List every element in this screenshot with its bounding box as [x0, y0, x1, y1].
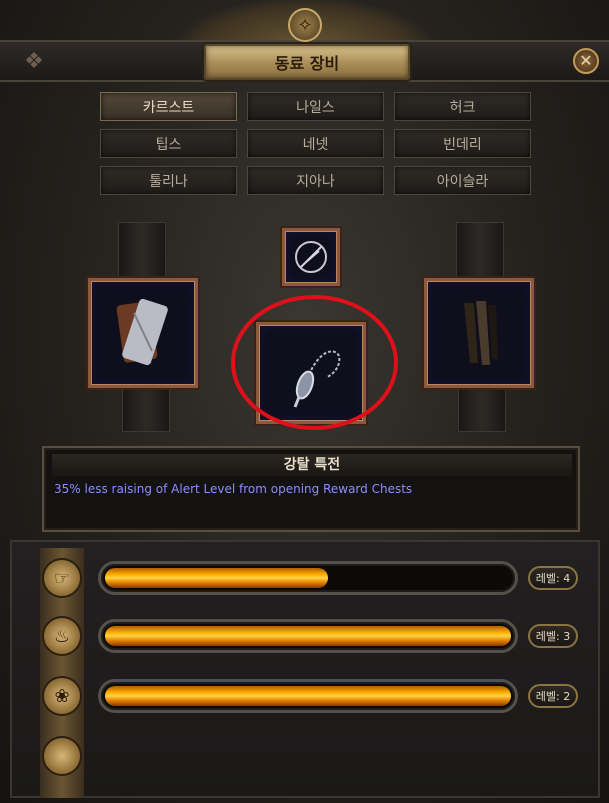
- highlight-circle: [231, 295, 398, 430]
- blank-medal-icon: [42, 736, 82, 776]
- progress-fill-1: [105, 568, 329, 588]
- tab-niles[interactable]: 나일스: [247, 92, 384, 121]
- hand-coin-icon: ☞: [42, 558, 82, 598]
- tangled-rope-icon: ❀: [42, 676, 82, 716]
- feather-quill-icon: [295, 241, 327, 273]
- torch-icon: ♨: [42, 616, 82, 656]
- companion-tabs: 카르스트 나일스 허크 팁스 네넷 빈데리 툴리나 지아나 아이슬라: [100, 92, 532, 195]
- progress-bar-3: [98, 679, 518, 713]
- left-strap-top: [118, 222, 166, 282]
- tab-gianna[interactable]: 지아나: [247, 166, 384, 195]
- progress-fill-2: [105, 626, 511, 646]
- right-strap-top: [456, 222, 504, 282]
- scroll-bundle-icon: [116, 298, 168, 366]
- perk-title: 강탈 특전: [52, 454, 572, 476]
- perk-info-panel: 강탈 특전 35% less raising of Alert Level fr…: [42, 446, 580, 532]
- level-badge-3: 레벨: 2: [528, 684, 578, 708]
- right-strap-bottom: [458, 386, 506, 432]
- tab-karst[interactable]: 카르스트: [100, 92, 237, 121]
- level-badge-2: 레벨: 3: [528, 624, 578, 648]
- left-ornament-icon: ❖: [24, 48, 44, 74]
- window-title: 동료 장비: [204, 44, 410, 80]
- equipment-slot-top[interactable]: [282, 228, 340, 286]
- progress-fill-3: [105, 686, 511, 706]
- tab-huck[interactable]: 허크: [394, 92, 531, 121]
- tab-nenet[interactable]: 네넷: [247, 129, 384, 158]
- tab-tullina[interactable]: 툴리나: [100, 166, 237, 195]
- tab-tibbs[interactable]: 팁스: [100, 129, 237, 158]
- tab-isla[interactable]: 아이슬라: [394, 166, 531, 195]
- progress-bar-2: [98, 619, 518, 653]
- progress-bar-1: [98, 561, 518, 595]
- perk-description: 35% less raising of Alert Level from ope…: [54, 482, 413, 496]
- level-badge-1: 레벨: 4: [528, 566, 578, 590]
- left-strap-bottom: [122, 386, 170, 432]
- equipment-slot-right[interactable]: [424, 278, 534, 388]
- equipment-slot-left[interactable]: [88, 278, 198, 388]
- close-button[interactable]: ✕: [573, 48, 599, 74]
- companion-equipment-window: ❖ ✧ 동료 장비 ✕ 카르스트 나일스 허크 팁스 네넷 빈데리 툴리나 지아…: [0, 0, 609, 803]
- leather-straps-icon: [464, 301, 498, 365]
- crest-emblem-icon: ✧: [288, 8, 322, 42]
- tab-vinderi[interactable]: 빈데리: [394, 129, 531, 158]
